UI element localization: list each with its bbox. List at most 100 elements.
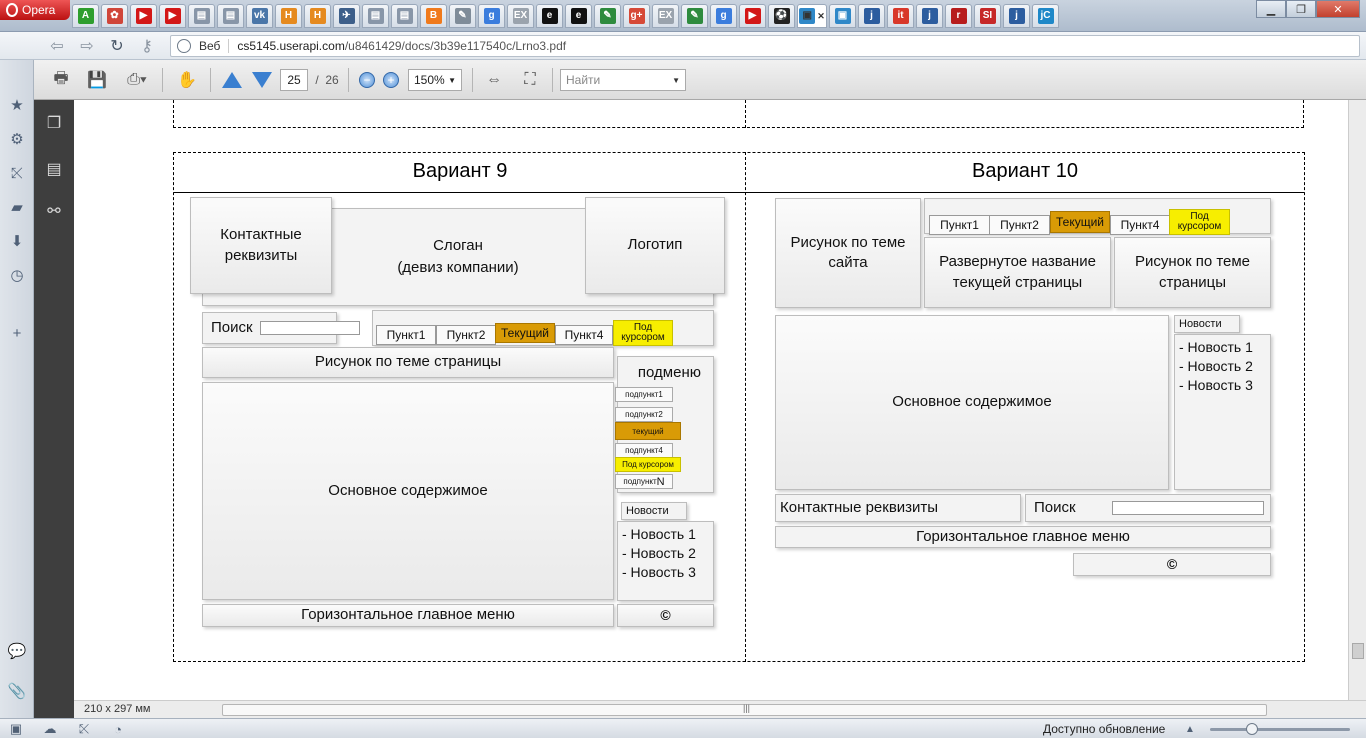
browser-tab[interactable]: j [916, 4, 943, 28]
settings-gear-icon[interactable]: ⚙ [8, 130, 26, 148]
browser-tab[interactable]: it [887, 4, 914, 28]
browser-tab[interactable]: j [1003, 4, 1030, 28]
zoom-slider[interactable] [1210, 728, 1350, 731]
binoculars-icon[interactable]: ⚯ [44, 200, 64, 222]
save-icon[interactable]: 💾 [84, 68, 110, 92]
browser-tab[interactable]: ▶ [739, 4, 766, 28]
browser-tab[interactable]: ▤ [391, 4, 418, 28]
v10-menu-item-hover: Под курсором [1169, 209, 1230, 235]
e-icon: e [541, 8, 558, 24]
find-placeholder: Найти [566, 73, 601, 87]
update-available-label[interactable]: Доступно обновление [1043, 722, 1165, 736]
bookmarks-star-icon[interactable]: ★ [8, 96, 26, 114]
horizontal-scrollbar[interactable]: 210 x 297 мм ||| [74, 700, 1366, 718]
zoom-select[interactable]: 150% ▼ [408, 69, 462, 91]
close-tab-icon[interactable]: ✕ [817, 11, 825, 22]
browser-tab[interactable]: g+ [623, 4, 650, 28]
browser-tab[interactable]: H [304, 4, 331, 28]
speed-dial-icon[interactable]: ◔ [110, 721, 126, 737]
v9-search-label: Поиск [211, 318, 253, 336]
restore-button[interactable]: ❐ [1286, 0, 1316, 18]
browser-tab[interactable]: ✿ [101, 4, 128, 28]
fit-width-icon[interactable]: ⇔ [482, 68, 506, 92]
browser-tab[interactable]: e [536, 4, 563, 28]
bookmark-panel-icon[interactable]: ▤ [44, 158, 64, 180]
browser-tab[interactable]: ✎ [681, 4, 708, 28]
browser-tab[interactable]: r [945, 4, 972, 28]
v10-page-name-block: Развернутое название текущей страницы [924, 237, 1111, 308]
url-field[interactable]: Веб cs5145.userapi.com/u8461429/docs/3b3… [170, 35, 1360, 57]
browser-tab[interactable]: SI [974, 4, 1001, 28]
unite-icon[interactable]: ⤪ [76, 721, 92, 737]
close-window-button[interactable]: ✕ [1316, 0, 1360, 18]
browser-tab[interactable]: B [420, 4, 447, 28]
previous-page-button[interactable] [220, 68, 244, 92]
cloud-icon[interactable]: ☁ [42, 721, 58, 737]
horizontal-scroll-track[interactable]: ||| [222, 703, 1267, 716]
zoom-slider-knob[interactable] [1246, 723, 1258, 735]
paperclip-icon[interactable]: 📎 [8, 682, 27, 700]
browser-tab[interactable]: ✎ [594, 4, 621, 28]
vertical-scroll-thumb[interactable] [1352, 643, 1364, 659]
browser-tab[interactable]: e [565, 4, 592, 28]
browser-tab[interactable]: H [275, 4, 302, 28]
share-icon[interactable]: ⤪ [8, 164, 26, 182]
minimize-button[interactable]: ▁ [1256, 0, 1286, 18]
v9-news-list: - Новость 1 - Новость 2 - Новость 3 [622, 525, 696, 582]
forward-button[interactable]: ⇨ [72, 34, 102, 58]
back-button[interactable]: ⇦ [42, 34, 72, 58]
browser-tab[interactable]: vk [246, 4, 273, 28]
v9-submenu-item-hover: Под курсором [615, 457, 681, 472]
zoom-in-button[interactable]: + [380, 68, 402, 92]
page-size-label: 210 x 297 мм [84, 703, 151, 715]
document-viewport[interactable]: Вариант 9 Вариант 10 Слоган (девиз компа… [74, 100, 1348, 700]
browser-tab[interactable]: ✈ [333, 4, 360, 28]
chat-bubbles-icon[interactable]: 💬 [8, 642, 27, 660]
j-icon: j [1008, 8, 1025, 24]
key-icon[interactable]: ⚷ [132, 34, 162, 58]
next-page-button[interactable] [250, 68, 274, 92]
history-clock-icon[interactable]: ◷ [8, 266, 26, 284]
triangle-up-icon[interactable]: ▲ [1182, 721, 1198, 737]
browser-tab[interactable]: ▤ [362, 4, 389, 28]
page-number-input[interactable]: 25 [280, 69, 308, 91]
browser-tab[interactable]: ✎ [449, 4, 476, 28]
browser-tab[interactable]: g [478, 4, 505, 28]
browser-tab[interactable]: ⚽ [768, 4, 795, 28]
panel-toggle-icon[interactable]: ▣ [8, 721, 24, 737]
globe-icon [177, 39, 191, 53]
browser-tab[interactable]: jC [1032, 4, 1059, 28]
print-icon[interactable]: 🖶 [48, 68, 74, 92]
pages-icon[interactable]: ❐ [44, 112, 64, 134]
notes-icon[interactable]: ▰ [8, 198, 26, 216]
share-pdf-icon[interactable]: ⎙▾ [120, 68, 154, 92]
v10-page-picture-block: Рисунок по теме страницы [1114, 237, 1271, 308]
browser-tab[interactable]: ▤ [188, 4, 215, 28]
browser-tab[interactable]: ▶ [130, 4, 157, 28]
find-input[interactable]: Найти ▼ [560, 69, 686, 91]
opera-menu-button[interactable]: Opera [0, 0, 70, 20]
zoom-out-button[interactable]: − [356, 68, 378, 92]
browser-tab[interactable]: A [72, 4, 99, 28]
pdf-side-strip: ❐ ▤ ⚯ [34, 100, 74, 718]
browser-tab[interactable]: g [710, 4, 737, 28]
browser-tab[interactable]: ▤ [217, 4, 244, 28]
downloads-icon[interactable]: ⬇ [8, 232, 26, 250]
youtube-icon: ▶ [744, 8, 761, 24]
v10-news-item: - Новость 2 [1179, 358, 1253, 374]
chat-icon: ▣ [799, 8, 816, 24]
browser-tab[interactable]: EX [652, 4, 679, 28]
v9-logo-block: Логотип [585, 197, 725, 294]
browser-tab[interactable]: j [858, 4, 885, 28]
browser-tab[interactable]: ▶ [159, 4, 186, 28]
fit-page-icon[interactable]: ⛶ [518, 68, 542, 92]
browser-tab[interactable]: EX [507, 4, 534, 28]
status-bar: ▣ ☁ ⤪ ◔ Доступно обновление ▲ [0, 718, 1366, 738]
add-panel-icon[interactable]: + [8, 324, 26, 342]
browser-tab[interactable]: ▣ ✕ [797, 4, 827, 28]
browser-tab[interactable]: ▣ [829, 4, 856, 28]
page-icon: ▤ [193, 8, 210, 24]
vertical-scrollbar[interactable] [1348, 100, 1366, 700]
comment-icon[interactable]: ✋ [172, 68, 202, 92]
reload-button[interactable]: ↻ [102, 34, 132, 58]
